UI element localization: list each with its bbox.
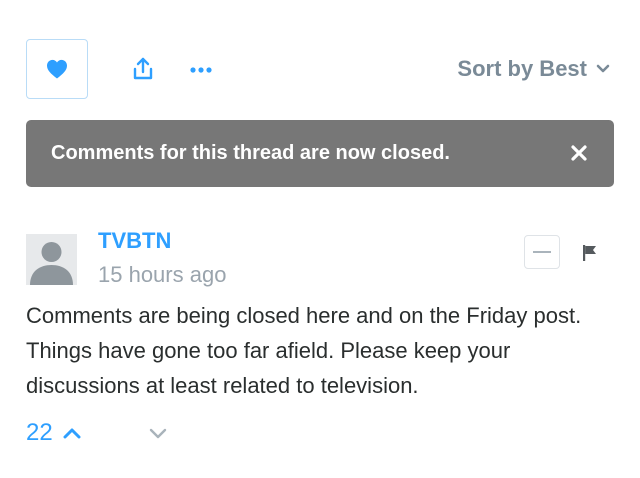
heart-icon (47, 59, 67, 79)
downvote-chevron-icon[interactable] (149, 428, 167, 440)
sort-label: Sort by Best (457, 56, 587, 81)
thread-closed-banner: Comments for this thread are now closed. (26, 120, 614, 187)
upvote-control[interactable]: 22 (26, 418, 81, 448)
comment-author[interactable]: TVBTN (98, 228, 171, 254)
comment-timestamp[interactable]: 15 hours ago (98, 262, 226, 288)
avatar[interactable] (26, 234, 77, 285)
flag-icon (583, 245, 596, 261)
share-button[interactable] (132, 57, 154, 81)
sort-dropdown[interactable]: Sort by Best (457, 54, 610, 84)
comments-section: Sort by Best Comments for this thread ar… (0, 0, 640, 478)
more-options-button[interactable] (189, 60, 213, 80)
minus-icon (533, 251, 551, 253)
default-avatar-icon (26, 234, 77, 285)
close-icon[interactable] (571, 145, 587, 161)
collapse-comment-button[interactable] (524, 235, 560, 269)
ellipsis-icon (190, 67, 212, 73)
flag-comment-button[interactable] (582, 244, 598, 262)
chevron-down-icon (596, 64, 610, 73)
share-icon (133, 57, 153, 80)
comment-body: Comments are being closed here and on th… (26, 303, 582, 398)
recommend-button[interactable] (26, 39, 88, 99)
upvote-count: 22 (26, 419, 53, 446)
banner-text: Comments for this thread are now closed. (51, 142, 450, 164)
chevron-up-icon[interactable] (63, 427, 81, 439)
